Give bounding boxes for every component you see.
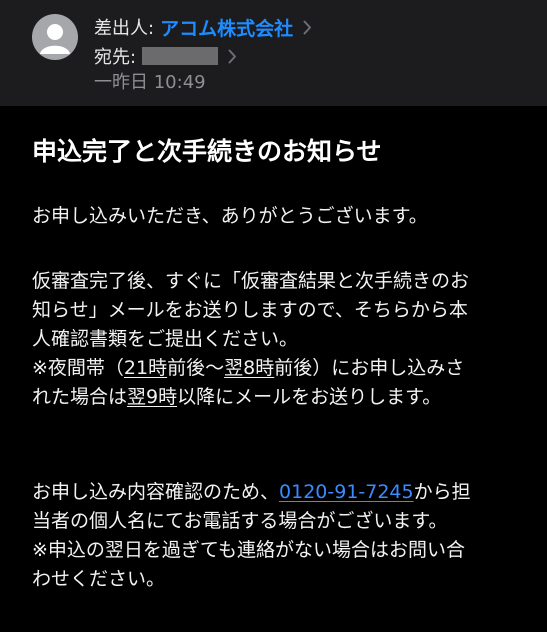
chevron-right-icon[interactable] xyxy=(228,49,237,64)
time-link[interactable]: 21時 xyxy=(124,357,167,379)
time-link[interactable]: 翌9時 xyxy=(127,386,177,408)
contact-paragraph: お申し込み内容確認のため、0120-91-7245から担 当者の個人名にてお電話… xyxy=(32,478,532,594)
body-text: から担 xyxy=(413,481,471,503)
to-label: 宛先: xyxy=(94,47,137,68)
to-row: 宛先: xyxy=(94,42,237,70)
body-line: ※夜間帯（21時前後〜翌8時前後）にお申し込みさ xyxy=(32,354,532,383)
time-link[interactable]: 翌8時 xyxy=(224,357,274,379)
received-date: 一昨日 10:49 xyxy=(94,72,206,93)
from-row: 差出人: アコム株式会社 xyxy=(94,12,312,42)
body-line: 人確認書類をご提出ください。 xyxy=(32,328,299,350)
body-line: 知らせ」メールをお送りしますので、そちらから本 xyxy=(32,299,468,321)
sender-avatar[interactable] xyxy=(32,14,78,60)
body-text: 前後〜 xyxy=(167,357,225,379)
email-subject: 申込完了と次手続きのお知らせ xyxy=(32,137,382,166)
phone-link[interactable]: 0120-91-7245 xyxy=(279,481,414,503)
body-text: れた場合は xyxy=(32,386,128,408)
sender-name[interactable]: アコム株式会社 xyxy=(160,14,293,41)
body-line: れた場合は翌9時以降にメールをお送りします。 xyxy=(32,383,532,412)
date-row: 一昨日 10:49 xyxy=(94,67,206,95)
body-text: お申し込み内容確認のため、 xyxy=(32,481,280,503)
greeting-text: お申し込みいただき、ありがとうございます。 xyxy=(32,205,428,227)
from-label: 差出人: xyxy=(94,18,155,39)
redacted-recipient xyxy=(142,47,219,65)
greeting-paragraph: お申し込みいただき、ありがとうございます。 xyxy=(32,202,532,231)
body-line: 当者の個人名にてお電話する場合がございます。 xyxy=(32,510,448,532)
email-header: 差出人: アコム株式会社 宛先: 一昨日 10:49 xyxy=(0,0,547,106)
notice-paragraph: 仮審査完了後、すぐに「仮審査結果と次手続きのお 知らせ」メールをお送りしますので… xyxy=(32,267,532,412)
body-line: わせください。 xyxy=(32,568,166,590)
person-icon xyxy=(40,24,70,54)
body-line: 仮審査完了後、すぐに「仮審査結果と次手続きのお xyxy=(32,270,470,292)
chevron-right-icon[interactable] xyxy=(303,20,312,35)
body-text: 以降にメールをお送りします。 xyxy=(177,386,442,408)
body-line: お申し込み内容確認のため、0120-91-7245から担 xyxy=(32,478,532,507)
body-text: ※夜間帯（ xyxy=(32,357,124,379)
body-line: ※申込の翌日を過ぎても連絡がない場合はお問い合 xyxy=(32,539,465,561)
body-text: 前後）にお申し込みさ xyxy=(274,357,465,379)
